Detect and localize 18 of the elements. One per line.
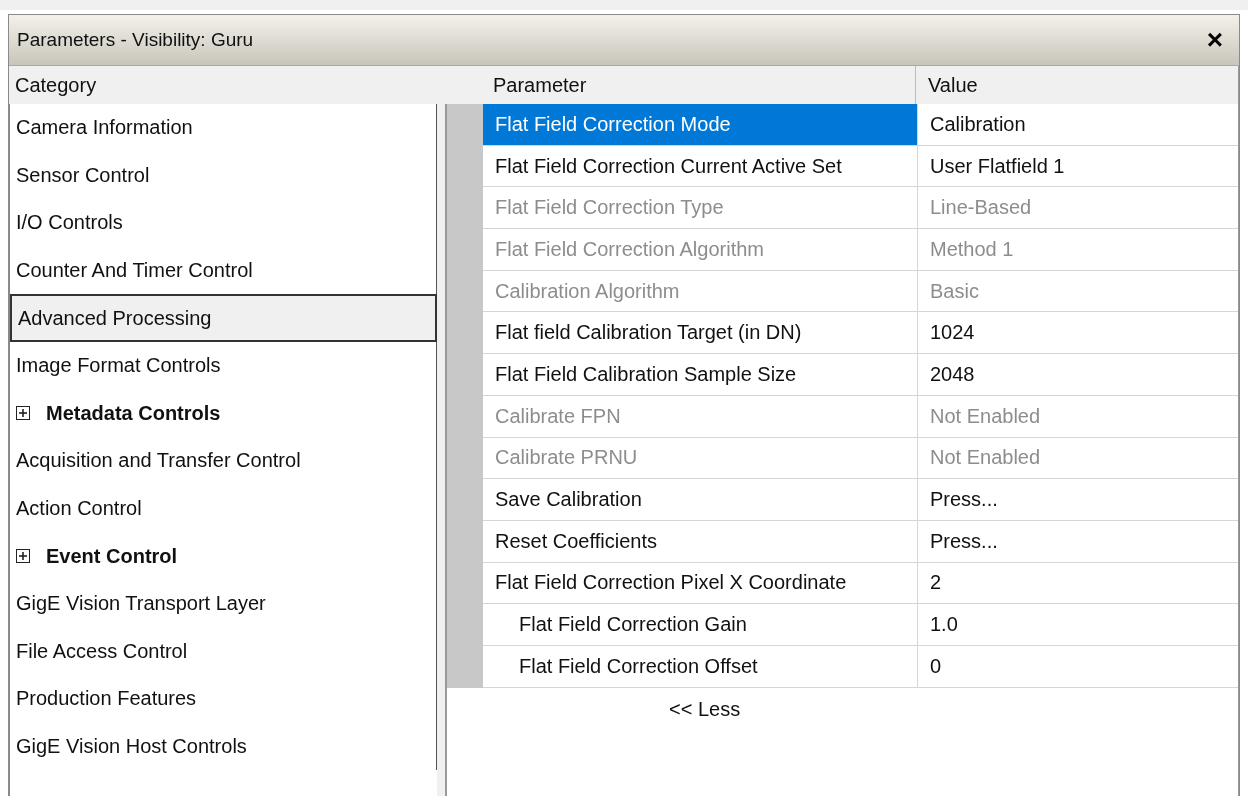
column-header: Value [915, 66, 978, 104]
value-cell[interactable]: 2048 [917, 354, 1238, 395]
parameter-cell[interactable]: Flat Field Correction Mode [483, 104, 917, 145]
value-cell[interactable]: 0 [917, 645, 1238, 687]
window-title: Parameters - Visibility: Guru [17, 29, 254, 51]
value-cell[interactable]: 2 [917, 562, 1238, 604]
category-item[interactable]: Advanced Processing [10, 294, 437, 342]
value-cell[interactable]: 1.0 [917, 604, 1238, 645]
value-cell[interactable]: Calibration [917, 104, 1238, 145]
expand-icon[interactable] [16, 549, 30, 564]
value-cell[interactable]: User Flatfield 1 [917, 145, 1238, 187]
expand-icon[interactable] [16, 406, 30, 421]
close-button[interactable]: × [1200, 26, 1229, 54]
value-cell[interactable]: Press... [917, 520, 1238, 562]
less-button[interactable]: << Less [665, 695, 745, 723]
value-cell[interactable]: 1024 [917, 312, 1238, 354]
value-cell[interactable]: Press... [917, 479, 1238, 520]
column-header: Parameter [492, 72, 588, 98]
